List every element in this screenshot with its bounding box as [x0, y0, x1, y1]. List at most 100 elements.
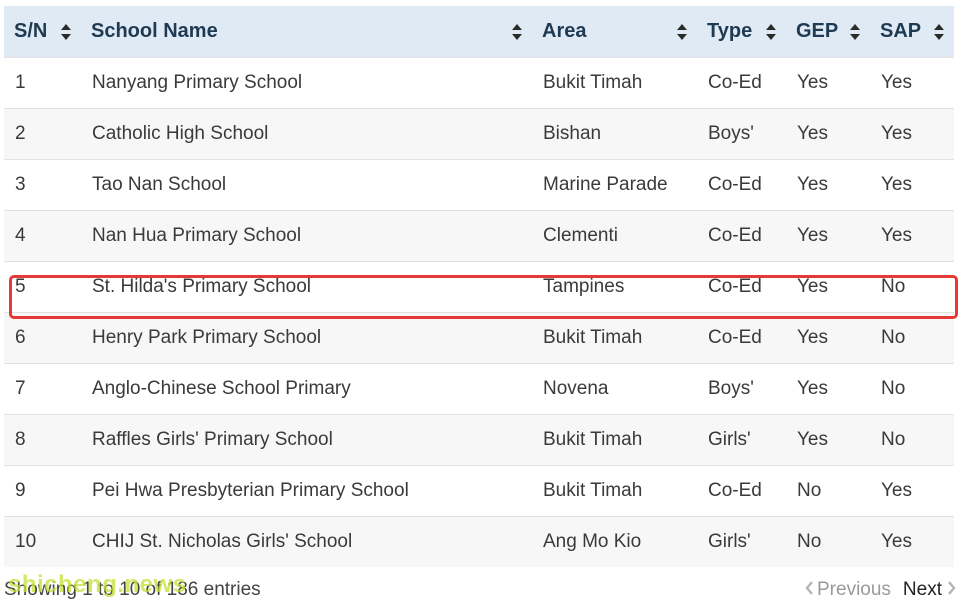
- column-header-name[interactable]: School Name: [81, 6, 532, 58]
- table-row[interactable]: 5 St. Hilda's Primary School Tampines Co-Ed…: [4, 261, 954, 313]
- sort-arrows-icon[interactable]: [766, 23, 776, 40]
- cell-area: Tampines: [532, 261, 697, 313]
- cell-area: Marine Parade: [532, 159, 697, 211]
- cell-name: Nan Hua Primary School: [81, 210, 532, 262]
- table-row[interactable]: 4 Nan Hua Primary School Clementi Co-Ed Yes Y…: [4, 210, 954, 262]
- cell-gep: No: [786, 465, 870, 517]
- previous-label: Previous: [817, 579, 891, 600]
- cell-sn: 6: [4, 312, 81, 364]
- cell-area: Bukit Timah: [532, 57, 697, 109]
- cell-name: Pei Hwa Presbyterian Primary School: [81, 465, 532, 517]
- cell-gep: Yes: [786, 363, 870, 415]
- column-header-label: Type: [707, 20, 753, 42]
- table-row[interactable]: 3 Tao Nan School Marine Parade Co-Ed Yes Yes: [4, 159, 954, 211]
- cell-name: Catholic High School: [81, 108, 532, 160]
- table-row[interactable]: 10 CHIJ St. Nicholas Girls' School Ang Mo …: [4, 516, 954, 567]
- table-body: 1 Nanyang Primary School Bukit Timah Co-Ed Y…: [4, 57, 954, 567]
- chevron-left-icon: [805, 579, 814, 601]
- column-header-label: Area: [542, 20, 587, 42]
- column-header-type[interactable]: Type: [697, 6, 786, 58]
- cell-gep: No: [786, 516, 870, 567]
- cell-name: St. Hilda's Primary School: [81, 261, 532, 313]
- cell-sn: 2: [4, 108, 81, 160]
- cell-type: Girls': [697, 516, 786, 567]
- cell-gep: Yes: [786, 159, 870, 211]
- cell-gep: Yes: [786, 57, 870, 109]
- header-row: S/N School Name Area Type GEP SAP: [4, 6, 954, 58]
- column-header-label: School Name: [91, 20, 218, 42]
- cell-type: Co-Ed: [697, 465, 786, 517]
- cell-sn: 7: [4, 363, 81, 415]
- sort-arrows-icon[interactable]: [850, 23, 860, 40]
- cell-sap: Yes: [870, 108, 954, 160]
- table-row[interactable]: 8 Raffles Girls' Primary School Bukit Tima…: [4, 414, 954, 466]
- column-header-gep[interactable]: GEP: [786, 6, 870, 58]
- cell-gep: Yes: [786, 210, 870, 262]
- cell-type: Co-Ed: [697, 159, 786, 211]
- cell-name: CHIJ St. Nicholas Girls' School: [81, 516, 532, 567]
- next-label: Next: [902, 579, 942, 600]
- table-row[interactable]: 1 Nanyang Primary School Bukit Timah Co-Ed Y…: [4, 57, 954, 109]
- previous-button[interactable]: Previous: [805, 579, 891, 601]
- cell-sap: Yes: [870, 159, 954, 211]
- cell-type: Boys': [697, 363, 786, 415]
- cell-sap: No: [870, 363, 954, 415]
- cell-name: Tao Nan School: [81, 159, 532, 211]
- column-header-label: S/N: [14, 20, 48, 42]
- cell-sap: Yes: [870, 465, 954, 517]
- column-header-area[interactable]: Area: [532, 6, 697, 58]
- table-row[interactable]: 9 Pei Hwa Presbyterian Primary School Buki…: [4, 465, 954, 517]
- column-header-label: SAP: [880, 20, 922, 42]
- cell-type: Boys': [697, 108, 786, 160]
- next-button[interactable]: Next: [903, 579, 956, 601]
- cell-type: Girls': [697, 414, 786, 466]
- cell-type: Co-Ed: [697, 312, 786, 364]
- schools-table: S/N School Name Area Type GEP SAP 1 Nanyang Pr…: [4, 6, 954, 567]
- cell-area: Bukit Timah: [532, 465, 697, 517]
- cell-sap: Yes: [870, 516, 954, 567]
- cell-name: Raffles Girls' Primary School: [81, 414, 532, 466]
- sort-arrows-icon[interactable]: [61, 23, 71, 40]
- cell-sn: 5: [4, 261, 81, 313]
- sort-arrows-icon[interactable]: [934, 23, 944, 40]
- cell-sn: 1: [4, 57, 81, 109]
- cell-name: Henry Park Primary School: [81, 312, 532, 364]
- pagination: Previous Next: [805, 579, 956, 601]
- cell-gep: Yes: [786, 261, 870, 313]
- cell-area: Novena: [532, 363, 697, 415]
- cell-area: Bukit Timah: [532, 414, 697, 466]
- schools-table-container: S/N School Name Area Type GEP SAP 1 Nanyang Pr…: [4, 6, 958, 567]
- sort-arrows-icon[interactable]: [512, 23, 522, 40]
- cell-area: Ang Mo Kio: [532, 516, 697, 567]
- cell-sap: Yes: [870, 210, 954, 262]
- cell-name: Anglo-Chinese School Primary: [81, 363, 532, 415]
- chevron-right-icon: [947, 579, 956, 601]
- table-row[interactable]: 6 Henry Park Primary School Bukit Timah Co-…: [4, 312, 954, 364]
- cell-gep: Yes: [786, 414, 870, 466]
- cell-sap: No: [870, 261, 954, 313]
- cell-sn: 9: [4, 465, 81, 517]
- cell-gep: Yes: [786, 312, 870, 364]
- table-row[interactable]: 7 Anglo-Chinese School Primary Novena Boys'…: [4, 363, 954, 415]
- cell-name: Nanyang Primary School: [81, 57, 532, 109]
- table-header: S/N School Name Area Type GEP SAP: [4, 6, 954, 58]
- cell-type: Co-Ed: [697, 261, 786, 313]
- column-header-sap[interactable]: SAP: [870, 6, 954, 58]
- cell-type: Co-Ed: [697, 210, 786, 262]
- table-row[interactable]: 2 Catholic High School Bishan Boys' Yes Yes: [4, 108, 954, 160]
- cell-sap: Yes: [870, 57, 954, 109]
- entries-info: Showing 1 to 10 of 186 entries: [4, 579, 261, 600]
- cell-sap: No: [870, 312, 954, 364]
- cell-area: Clementi: [532, 210, 697, 262]
- cell-area: Bishan: [532, 108, 697, 160]
- cell-type: Co-Ed: [697, 57, 786, 109]
- cell-sap: No: [870, 414, 954, 466]
- sort-arrows-icon[interactable]: [677, 23, 687, 40]
- cell-sn: 4: [4, 210, 81, 262]
- cell-sn: 3: [4, 159, 81, 211]
- column-header-label: GEP: [796, 20, 839, 42]
- cell-area: Bukit Timah: [532, 312, 697, 364]
- column-header-sn[interactable]: S/N: [4, 6, 81, 58]
- cell-sn: 10: [4, 516, 81, 567]
- cell-gep: Yes: [786, 108, 870, 160]
